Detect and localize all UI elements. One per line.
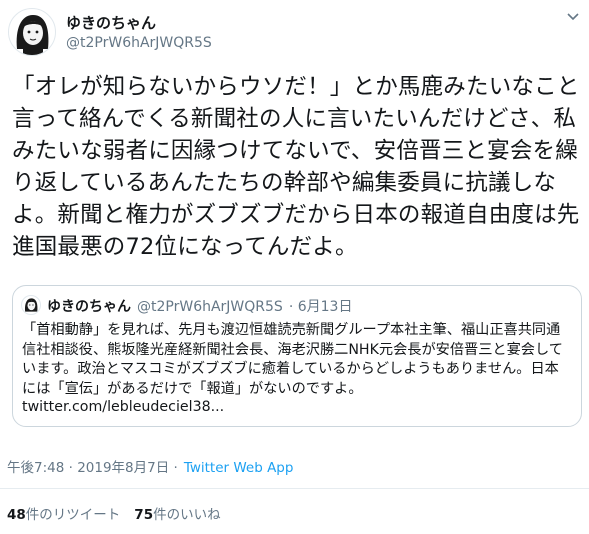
author-handle[interactable]: @t2PrW6hArJWQR5S xyxy=(66,35,212,51)
chevron-down-icon[interactable] xyxy=(566,10,580,26)
quoted-avatar xyxy=(21,295,41,315)
avatar[interactable] xyxy=(8,8,56,56)
quoted-tweet[interactable]: ゆきのちゃん @t2PrW6hArJWQR5S · 6月13日 「首相動静」を見れば… xyxy=(12,285,582,427)
retweets-count: 48 xyxy=(7,507,26,523)
quoted-date: · 6月13日 xyxy=(288,299,353,315)
retweets-stat[interactable]: 48件のリツイート xyxy=(7,507,120,523)
likes-label: 件のいいね xyxy=(153,507,221,523)
quoted-author-handle: @t2PrW6hArJWQR5S xyxy=(137,299,283,315)
quoted-author-name: ゆきのちゃん xyxy=(47,299,131,315)
tweet-timestamp: 午後7:48 · 2019年8月7日 · Twitter Web App xyxy=(7,456,293,476)
quoted-link[interactable]: twitter.com/lebleudeciel38... xyxy=(22,399,224,415)
engagement-stats: 48件のリツイート 75件のいいね xyxy=(7,503,221,523)
tweet-text: 「オレが知らないからウソだ！」とか馬鹿みたいなこと言って絡んでくる新聞社の人に言… xyxy=(12,74,580,260)
avatar-illustration xyxy=(16,15,49,55)
author-name[interactable]: ゆきのちゃん xyxy=(66,12,156,33)
divider xyxy=(0,488,589,489)
quoted-text: 「首相動静」を見れば、先月も渡辺恒雄読売新聞グループ本社主筆、福山正喜共同通信社… xyxy=(22,322,563,397)
quoted-header: ゆきのちゃん @t2PrW6hArJWQR5S · 6月13日 xyxy=(47,296,352,316)
retweets-label: 件のリツイート xyxy=(25,507,121,523)
timestamp-text[interactable]: 午後7:48 · 2019年8月7日 · xyxy=(7,460,178,476)
likes-count: 75 xyxy=(134,507,154,523)
source-link[interactable]: Twitter Web App xyxy=(184,460,294,476)
likes-stat[interactable]: 75件のいいね xyxy=(134,507,220,523)
